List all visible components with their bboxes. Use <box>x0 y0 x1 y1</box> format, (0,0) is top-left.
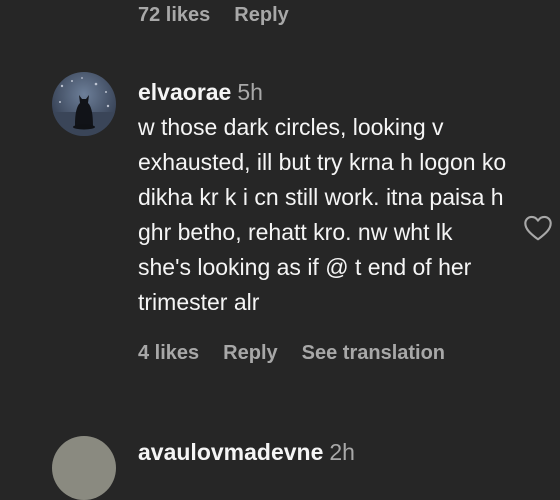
username[interactable]: elvaorae <box>138 79 231 105</box>
heart-icon[interactable] <box>522 212 554 244</box>
next-username[interactable]: avaulovmadevne <box>138 439 323 465</box>
comment-content: elvaorae 5h w those dark circles, looking… <box>138 78 518 365</box>
previous-likes-count[interactable]: 72 likes <box>138 4 210 27</box>
next-avatar[interactable] <box>52 436 116 500</box>
see-translation-button[interactable]: See translation <box>302 342 445 365</box>
next-timestamp: 2h <box>329 439 355 465</box>
comment-actions: 4 likes Reply See translation <box>138 342 518 365</box>
likes-count[interactable]: 4 likes <box>138 342 199 365</box>
comment-text: w those dark circles, looking v exhauste… <box>138 114 507 315</box>
previous-comment-actions: 72 likes Reply <box>138 2 289 28</box>
reply-button[interactable]: Reply <box>223 342 277 365</box>
next-comment-header: avaulovmadevne 2h <box>138 438 355 466</box>
avatar-image <box>52 72 116 136</box>
next-comment: avaulovmadevne 2h <box>52 436 560 500</box>
avatar[interactable] <box>52 72 116 136</box>
comment-header: elvaorae 5h <box>138 78 518 106</box>
previous-reply-button[interactable]: Reply <box>234 4 288 27</box>
timestamp: 5h <box>237 79 263 105</box>
